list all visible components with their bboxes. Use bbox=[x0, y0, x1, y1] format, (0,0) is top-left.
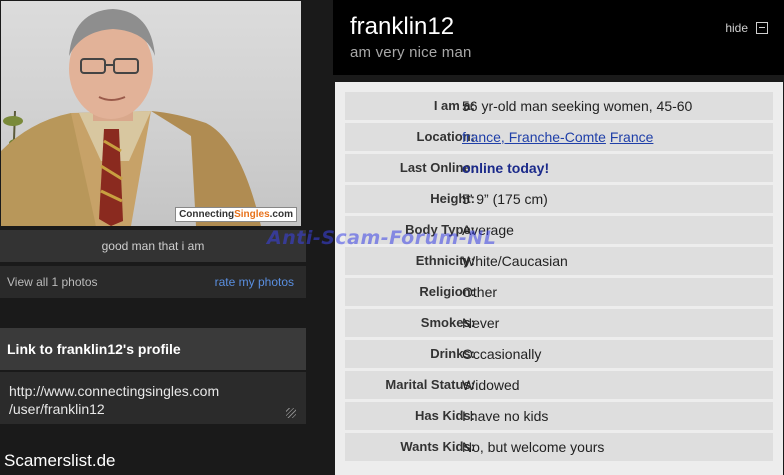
detail-row-wants-kids: Wants Kids: No, but welcome yours bbox=[345, 433, 773, 461]
detail-value: No, but welcome yours bbox=[462, 439, 605, 455]
profile-photo[interactable]: ConnectingSingles.com bbox=[1, 1, 301, 226]
detail-value: Other bbox=[462, 284, 498, 300]
detail-row-religion: Religion: Other bbox=[345, 278, 773, 306]
detail-row-last-online: Last Online: online today! bbox=[345, 154, 773, 182]
detail-row-drinks: Drinks: Occasionally bbox=[345, 340, 773, 368]
view-all-photos-link[interactable]: View all 1 photos bbox=[7, 266, 98, 298]
photo-caption: good man that i am bbox=[0, 230, 306, 262]
detail-row-marital-status: Marital Status: Widowed bbox=[345, 371, 773, 399]
profile-header: franklin12 am very nice man hide bbox=[333, 0, 784, 75]
detail-row-ethnicity: Ethnicity: White/Caucasian bbox=[345, 247, 773, 275]
detail-value: france, Franche-Comte France bbox=[462, 123, 653, 151]
detail-value: White/Caucasian bbox=[462, 253, 568, 269]
profile-link-line-1: http://www.connectingsingles.com bbox=[9, 383, 220, 399]
location-region-link[interactable]: france, Franche-Comte bbox=[462, 129, 606, 145]
online-status: online today! bbox=[462, 160, 550, 176]
rate-my-photos-link[interactable]: rate my photos bbox=[215, 266, 294, 298]
person-image bbox=[1, 9, 261, 226]
profile-tagline: am very nice man bbox=[350, 44, 472, 61]
detail-row-smokes: Smokes: Never bbox=[345, 309, 773, 337]
detail-row-iam: I am a: 56 yr-old man seeking women, 45-… bbox=[345, 92, 773, 120]
detail-value: online today! bbox=[462, 154, 549, 182]
resize-grip-icon[interactable] bbox=[286, 408, 296, 418]
detail-value: Never bbox=[462, 315, 500, 331]
profile-details: I am a: 56 yr-old man seeking women, 45-… bbox=[335, 82, 783, 475]
hide-button[interactable]: hide bbox=[725, 21, 748, 35]
detail-row-body-type: Body Type: Average bbox=[345, 216, 773, 244]
left-column: ConnectingSingles.com good man that i am… bbox=[0, 0, 306, 475]
detail-value: I have no kids bbox=[462, 408, 549, 424]
profile-link-textarea[interactable]: http://www.connectingsingles.com /user/f… bbox=[0, 372, 306, 424]
scamerslist-watermark: Scamerslist.de bbox=[4, 451, 116, 470]
detail-value: 56 yr-old man seeking women, 45-60 bbox=[462, 98, 693, 114]
profile-username: franklin12 bbox=[350, 13, 455, 40]
detail-value: Average bbox=[462, 222, 514, 238]
photo-watermark: ConnectingSingles.com bbox=[175, 207, 297, 222]
detail-value: Occasionally bbox=[462, 346, 542, 362]
location-country-link[interactable]: France bbox=[610, 129, 654, 145]
profile-link-line-2: /user/franklin12 bbox=[9, 401, 105, 417]
profile-link-heading: Link to franklin12's profile bbox=[0, 328, 306, 370]
detail-value: 5’ 9” (175 cm) bbox=[462, 191, 548, 207]
detail-value: Widowed bbox=[462, 377, 520, 393]
detail-row-height: Height: 5’ 9” (175 cm) bbox=[345, 185, 773, 213]
collapse-icon[interactable] bbox=[756, 22, 768, 34]
detail-row-has-kids: Has Kids: I have no kids bbox=[345, 402, 773, 430]
photo-bar: View all 1 photos rate my photos bbox=[0, 266, 306, 298]
detail-row-location: Location: france, Franche-Comte France bbox=[345, 123, 773, 151]
